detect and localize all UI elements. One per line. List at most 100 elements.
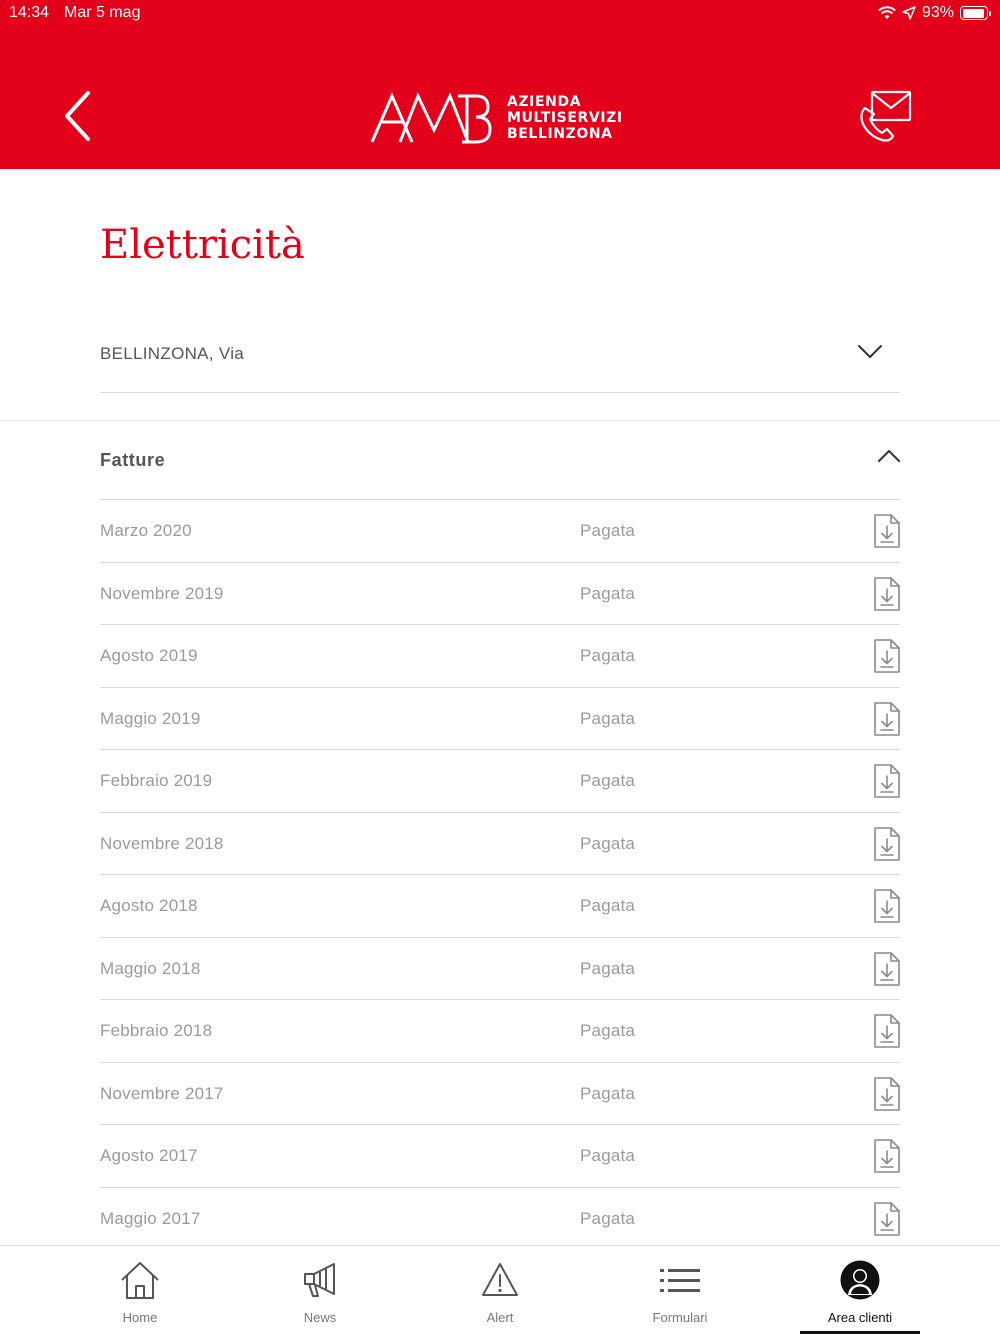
- invoice-row: Febbraio 2019 Pagata: [100, 750, 900, 813]
- invoice-row: Maggio 2018 Pagata: [100, 938, 900, 1000]
- invoice-download-button[interactable]: [874, 826, 900, 861]
- warning-icon: [482, 1263, 518, 1296]
- contact-button[interactable]: [856, 88, 916, 144]
- invoice-download-button[interactable]: [874, 639, 900, 673]
- logo-text: AZIENDA MULTISERVIZI BELLINZONA: [507, 94, 623, 142]
- document-download-icon: [874, 514, 900, 548]
- invoice-row: Agosto 2018 Pagata: [100, 875, 900, 938]
- tab-label: News: [303, 1310, 337, 1325]
- invoice-list: Marzo 2020 Pagata Novembre 2019 Pagata A…: [100, 500, 900, 1250]
- status-bar: 14:34 Mar 5 mag 93%: [0, 0, 1000, 28]
- invoice-status: Pagata: [580, 958, 636, 978]
- invoice-period: Marzo 2020: [100, 521, 192, 540]
- invoice-download-button[interactable]: [874, 951, 900, 986]
- chevron-left-icon: [65, 91, 90, 141]
- home-icon: [121, 1262, 159, 1299]
- invoice-period: Agosto 2017: [100, 1146, 198, 1165]
- address-value: BELLINZONA, Via: [100, 344, 245, 363]
- battery-percent: 93%: [921, 4, 954, 21]
- invoice-period: Febbraio 2019: [100, 771, 213, 790]
- invoice-download-button[interactable]: [874, 514, 900, 548]
- address-dropdown[interactable]: BELLINZONA, Via: [100, 318, 900, 393]
- user-icon: [840, 1260, 880, 1300]
- bottom-tab-bar: Home News Alert Formulari Area clienti: [0, 1245, 1000, 1334]
- list-icon: [660, 1269, 700, 1292]
- invoice-download-button[interactable]: [874, 1139, 900, 1173]
- invoice-status: Pagata: [580, 1083, 636, 1103]
- invoice-period: Maggio 2017: [100, 1208, 201, 1228]
- invoice-download-button[interactable]: [874, 576, 900, 611]
- invoice-status: Pagata: [580, 646, 636, 665]
- document-download-icon: [874, 1076, 900, 1111]
- invoice-period: Maggio 2018: [100, 958, 201, 978]
- document-download-icon: [874, 576, 900, 611]
- document-download-icon: [874, 826, 900, 861]
- phone-envelope-icon: [860, 90, 912, 142]
- wifi-icon: [878, 6, 896, 19]
- amb-logo-mark: [370, 92, 492, 144]
- invoice-period: Febbraio 2018: [100, 1021, 213, 1040]
- document-download-icon: [874, 1014, 900, 1048]
- status-time: 14:34: [9, 4, 50, 21]
- invoice-status: Pagata: [580, 833, 636, 853]
- invoice-row: Maggio 2019 Pagata: [100, 688, 900, 750]
- tab-area-clienti[interactable]: Area clienti: [800, 1246, 920, 1334]
- invoice-period: Maggio 2019: [100, 708, 201, 728]
- invoices-section-label: Fatture: [100, 450, 166, 470]
- document-download-icon: [874, 764, 900, 798]
- invoices-accordion-header[interactable]: Fatture: [100, 421, 900, 500]
- chevron-down-icon: [858, 345, 882, 358]
- tab-label: Alert: [486, 1310, 514, 1325]
- invoice-status: Pagata: [580, 583, 636, 603]
- invoice-status: Pagata: [580, 1146, 636, 1165]
- invoice-row: Agosto 2019 Pagata: [100, 625, 900, 688]
- invoice-period: Novembre 2018: [100, 833, 224, 853]
- app-header: 14:34 Mar 5 mag 93% AZIENDA MULTISERVIZI…: [0, 0, 1000, 169]
- back-button[interactable]: [58, 88, 98, 144]
- tab-news[interactable]: News: [260, 1246, 380, 1334]
- invoice-status: Pagata: [580, 708, 636, 728]
- invoice-period: Novembre 2017: [100, 1083, 224, 1103]
- invoice-period: Novembre 2019: [100, 583, 224, 603]
- tab-home[interactable]: Home: [80, 1246, 200, 1334]
- status-date: Mar 5 mag: [64, 4, 141, 21]
- document-download-icon: [874, 701, 900, 736]
- invoice-period: Agosto 2019: [100, 646, 198, 665]
- invoice-status: Pagata: [580, 896, 636, 915]
- invoice-download-button[interactable]: [874, 1014, 900, 1048]
- document-download-icon: [874, 1201, 900, 1236]
- amb-logo: AZIENDA MULTISERVIZI BELLINZONA: [370, 90, 623, 146]
- megaphone-icon: [304, 1263, 335, 1297]
- invoice-download-button[interactable]: [874, 1201, 900, 1236]
- invoice-row: Novembre 2017 Pagata: [100, 1063, 900, 1125]
- invoice-row: Marzo 2020 Pagata: [100, 500, 900, 563]
- invoice-download-button[interactable]: [874, 764, 900, 798]
- invoice-row: Agosto 2017 Pagata: [100, 1125, 900, 1188]
- battery-level: [962, 8, 984, 18]
- logo-line: BELLINZONA: [507, 126, 613, 142]
- document-download-icon: [874, 951, 900, 986]
- invoice-download-button[interactable]: [874, 889, 900, 923]
- invoice-row: Febbraio 2018 Pagata: [100, 1000, 900, 1063]
- document-download-icon: [874, 1139, 900, 1173]
- logo-line: MULTISERVIZI: [507, 110, 623, 126]
- invoice-download-button[interactable]: [874, 701, 900, 736]
- location-icon: [902, 6, 916, 20]
- invoice-download-button[interactable]: [874, 1076, 900, 1111]
- tab-alert[interactable]: Alert: [440, 1246, 560, 1334]
- logo-line: AZIENDA: [507, 94, 582, 110]
- invoice-period: Agosto 2018: [100, 896, 198, 915]
- tab-label: Area clienti: [827, 1310, 893, 1325]
- invoice-status: Pagata: [580, 771, 636, 790]
- invoice-row: Novembre 2019 Pagata: [100, 563, 900, 625]
- invoice-status: Pagata: [580, 521, 636, 540]
- tab-label: Home: [122, 1310, 158, 1325]
- status-indicators: 93%: [878, 4, 991, 22]
- invoice-row: Novembre 2018 Pagata: [100, 813, 900, 875]
- tab-formulari[interactable]: Formulari: [620, 1246, 740, 1334]
- chevron-up-icon: [878, 450, 900, 462]
- page-title: Elettricità: [100, 222, 305, 268]
- battery-icon: [960, 6, 991, 20]
- invoice-row: Maggio 2017 Pagata: [100, 1188, 900, 1250]
- document-download-icon: [874, 639, 900, 673]
